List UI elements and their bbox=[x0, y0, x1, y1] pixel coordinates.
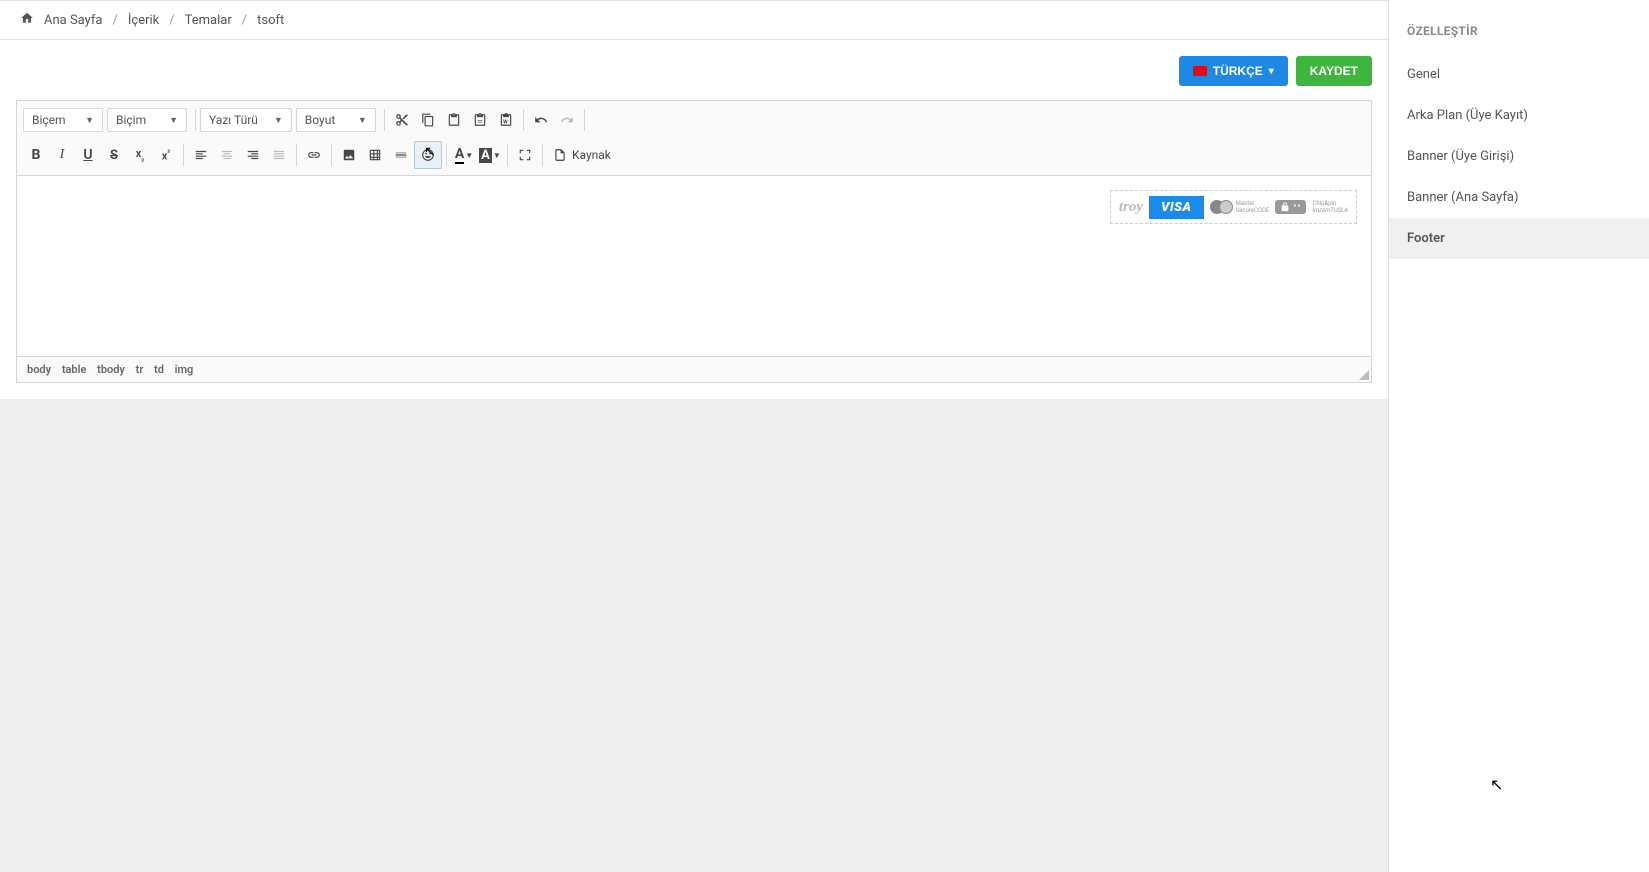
chevron-down-icon: ▾ bbox=[1269, 66, 1274, 77]
strike-icon[interactable]: S bbox=[101, 142, 127, 168]
font-combo[interactable]: Yazı Türü▼ bbox=[200, 108, 292, 132]
underline-icon[interactable]: U bbox=[75, 142, 101, 168]
path-tag[interactable]: table bbox=[62, 363, 87, 376]
element-path: body table tbody tr td img bbox=[17, 356, 1371, 382]
paste-text-icon[interactable] bbox=[467, 107, 493, 133]
align-right-icon[interactable] bbox=[240, 142, 266, 168]
source-button[interactable]: Kaynak bbox=[547, 145, 617, 165]
format-combo[interactable]: Biçim▼ bbox=[107, 108, 187, 132]
style-combo[interactable]: Biçem▼ bbox=[23, 108, 103, 132]
breadcrumb-link[interactable]: İçerik bbox=[128, 13, 159, 28]
chip-pin-logo: •• bbox=[1275, 200, 1306, 214]
path-tag[interactable]: tbody bbox=[97, 363, 125, 376]
visa-logo: VISA bbox=[1149, 196, 1204, 219]
table-icon[interactable] bbox=[362, 142, 388, 168]
bold-icon[interactable]: B bbox=[23, 142, 49, 168]
mastercard-logo: MasterSecureCODE bbox=[1206, 200, 1274, 214]
hr-icon[interactable] bbox=[388, 142, 414, 168]
cut-icon[interactable] bbox=[389, 107, 415, 133]
redo-icon bbox=[554, 107, 580, 133]
save-button[interactable]: KAYDET bbox=[1296, 56, 1372, 86]
sidebar-item-general[interactable]: Genel bbox=[1389, 54, 1649, 95]
sidebar-item-banner-home[interactable]: Banner (Ana Sayfa) bbox=[1389, 177, 1649, 218]
align-center-icon[interactable] bbox=[214, 142, 240, 168]
breadcrumb-sep: / bbox=[169, 13, 174, 28]
sidebar-title: ÖZELLEŞTİR bbox=[1389, 16, 1649, 54]
svg-text:W: W bbox=[503, 120, 508, 126]
path-tag[interactable]: img bbox=[175, 363, 194, 376]
path-tag[interactable]: td bbox=[154, 363, 164, 376]
breadcrumb-sep: / bbox=[242, 13, 247, 28]
copy-icon[interactable] bbox=[415, 107, 441, 133]
troy-logo: troy bbox=[1115, 199, 1147, 216]
breadcrumb-sep: / bbox=[112, 13, 117, 28]
size-combo[interactable]: Boyut▼ bbox=[296, 108, 376, 132]
flag-icon bbox=[1193, 66, 1207, 76]
superscript-icon[interactable]: x² bbox=[153, 142, 179, 168]
bg-color-icon[interactable]: A▼ bbox=[477, 142, 503, 168]
maximize-icon[interactable] bbox=[512, 142, 538, 168]
text-color-icon[interactable]: A▼ bbox=[451, 142, 477, 168]
breadcrumb-link[interactable]: Temalar bbox=[185, 13, 232, 28]
breadcrumb: Ana Sayfa / İçerik / Temalar / tsoft bbox=[0, 0, 1388, 40]
align-justify-icon[interactable] bbox=[266, 142, 292, 168]
paste-icon[interactable] bbox=[441, 107, 467, 133]
path-tag[interactable]: tr bbox=[136, 363, 144, 376]
sidebar-item-background[interactable]: Arka Plan (Üye Kayıt) bbox=[1389, 95, 1649, 136]
payment-logos-image[interactable]: troy VISA MasterSecureCODE •• Chip&pinİm… bbox=[1110, 190, 1357, 224]
customize-sidebar: ÖZELLEŞTİR Genel Arka Plan (Üye Kayıt) B… bbox=[1389, 0, 1649, 872]
breadcrumb-link[interactable]: Ana Sayfa bbox=[44, 13, 102, 28]
align-left-icon[interactable] bbox=[188, 142, 214, 168]
language-dropdown[interactable]: TÜRKÇE ▾ bbox=[1179, 56, 1288, 86]
image-icon[interactable] bbox=[336, 142, 362, 168]
sidebar-item-banner-login[interactable]: Banner (Üye Girişi) bbox=[1389, 136, 1649, 177]
editor-toolbar: Biçem▼ Biçim▼ Yazı Türü▼ Boyut▼ W bbox=[17, 101, 1371, 176]
link-icon[interactable] bbox=[301, 142, 327, 168]
subscript-icon[interactable]: x₂ bbox=[127, 142, 153, 168]
resize-handle[interactable] bbox=[1359, 370, 1369, 380]
sidebar-item-footer[interactable]: Footer bbox=[1389, 218, 1649, 259]
home-icon[interactable] bbox=[20, 11, 34, 29]
breadcrumb-current: tsoft bbox=[257, 13, 284, 28]
path-tag[interactable]: body bbox=[27, 363, 51, 376]
paste-word-icon[interactable]: W bbox=[493, 107, 519, 133]
rich-text-editor: Biçem▼ Biçim▼ Yazı Türü▼ Boyut▼ W bbox=[16, 100, 1372, 383]
undo-icon[interactable] bbox=[528, 107, 554, 133]
editor-content[interactable]: troy VISA MasterSecureCODE •• Chip&pinİm… bbox=[17, 176, 1371, 356]
smiley-icon[interactable] bbox=[414, 141, 442, 169]
italic-icon[interactable]: I bbox=[49, 142, 75, 168]
